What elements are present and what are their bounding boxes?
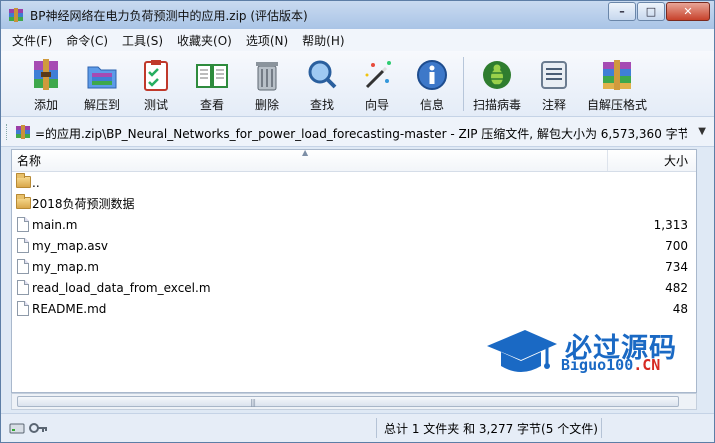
wizard-wand-icon bbox=[359, 57, 395, 93]
file-icon bbox=[17, 238, 29, 253]
comment-button[interactable]: 注释 bbox=[529, 57, 579, 113]
column-name[interactable]: 名称 bbox=[12, 150, 608, 171]
menu-options[interactable]: 选项(N) bbox=[239, 32, 295, 49]
title-bar[interactable]: BP神经网络在电力负荷预测中的应用.zip (评估版本) – □ ✕ bbox=[1, 1, 714, 29]
address-grip bbox=[6, 124, 9, 140]
table-row[interactable]: read_load_data_from_excel.m 482 bbox=[12, 277, 696, 298]
close-button[interactable]: ✕ bbox=[666, 2, 710, 21]
archive-icon bbox=[15, 124, 31, 140]
status-bar: 总计 1 文件夹 和 3,277 字节(5 个文件) bbox=[1, 413, 714, 442]
sort-up-icon: ▲ bbox=[302, 149, 309, 157]
menu-favorites[interactable]: 收藏夹(O) bbox=[170, 32, 239, 49]
menu-file[interactable]: 文件(F) bbox=[5, 32, 59, 49]
status-divider bbox=[376, 418, 377, 438]
scrollbar-thumb[interactable]: ||| bbox=[17, 396, 679, 407]
parent-folder-icon bbox=[16, 173, 31, 188]
find-button[interactable]: 查找 bbox=[297, 57, 347, 113]
comment-icon bbox=[536, 57, 572, 93]
test-clipboard-icon bbox=[138, 57, 174, 93]
table-row[interactable]: main.m 1,313 bbox=[12, 214, 696, 235]
virus-scan-bug-icon bbox=[479, 57, 515, 93]
table-row[interactable]: 2018负荷预测数据 bbox=[12, 193, 696, 214]
address-bar: =的应用.zip\BP_Neural_Networks_for_power_lo… bbox=[1, 117, 714, 147]
file-icon bbox=[17, 217, 29, 232]
test-button[interactable]: 测试 bbox=[131, 57, 181, 113]
trash-icon bbox=[249, 57, 285, 93]
table-row[interactable]: my_map.m 734 bbox=[12, 256, 696, 277]
file-icon bbox=[17, 280, 29, 295]
watermark-en-text: Biguo100.CN bbox=[561, 356, 661, 374]
folder-icon bbox=[16, 194, 31, 209]
status-text: 总计 1 文件夹 和 3,277 字节(5 个文件) bbox=[384, 422, 598, 436]
column-size[interactable]: 大小 bbox=[608, 150, 696, 171]
scrollbar-grip-icon: ||| bbox=[250, 398, 256, 407]
menu-help[interactable]: 帮助(H) bbox=[295, 32, 351, 49]
info-icon bbox=[414, 57, 450, 93]
menu-commands[interactable]: 命令(C) bbox=[59, 32, 115, 49]
winrar-window: BP神经网络在电力负荷预测中的应用.zip (评估版本) – □ ✕ 文件(F)… bbox=[0, 0, 715, 443]
toolbar: 添加 解压到 测试 查看 删除 查找 向导 信息 扫描病毒 注释 自解压格式 bbox=[1, 51, 714, 117]
add-button[interactable]: 添加 bbox=[21, 57, 71, 113]
view-button[interactable]: 查看 bbox=[187, 57, 237, 113]
wizard-button[interactable]: 向导 bbox=[352, 57, 402, 113]
horizontal-scrollbar[interactable]: ||| bbox=[11, 393, 697, 410]
file-icon bbox=[17, 301, 29, 316]
find-magnifier-icon bbox=[304, 57, 340, 93]
column-header: ▲ 名称 大小 bbox=[12, 150, 696, 172]
table-row[interactable]: .. bbox=[12, 172, 696, 193]
sfx-button[interactable]: 自解压格式 bbox=[585, 57, 649, 113]
window-title: BP神经网络在电力负荷预测中的应用.zip (评估版本) bbox=[30, 8, 308, 23]
table-row[interactable]: my_map.asv 700 bbox=[12, 235, 696, 256]
file-icon bbox=[17, 259, 29, 274]
minimize-button[interactable]: – bbox=[608, 2, 636, 21]
status-divider bbox=[601, 418, 602, 438]
menu-tools[interactable]: 工具(S) bbox=[115, 32, 170, 49]
address-path[interactable]: =的应用.zip\BP_Neural_Networks_for_power_lo… bbox=[35, 125, 687, 142]
extract-to-button[interactable]: 解压到 bbox=[77, 57, 127, 113]
maximize-button[interactable]: □ bbox=[637, 2, 665, 21]
winrar-app-icon bbox=[8, 7, 24, 23]
add-archive-icon bbox=[28, 57, 64, 93]
watermark-logo: 必过源码 Biguo100.CN bbox=[485, 326, 685, 386]
table-row[interactable]: README.md 48 bbox=[12, 298, 696, 319]
status-drive-key-icons bbox=[9, 420, 49, 436]
info-button[interactable]: 信息 bbox=[407, 57, 457, 113]
view-book-icon bbox=[194, 57, 230, 93]
menu-bar: 文件(F) 命令(C) 工具(S) 收藏夹(O) 选项(N) 帮助(H) bbox=[1, 29, 714, 51]
extract-to-icon bbox=[84, 57, 120, 93]
toolbar-separator bbox=[463, 57, 464, 111]
address-dropdown-icon[interactable]: ▼ bbox=[698, 126, 706, 137]
delete-button[interactable]: 删除 bbox=[242, 57, 292, 113]
virus-scan-button[interactable]: 扫描病毒 bbox=[471, 57, 523, 113]
graduation-cap-icon bbox=[487, 330, 557, 372]
sfx-boxes-icon bbox=[599, 57, 635, 93]
